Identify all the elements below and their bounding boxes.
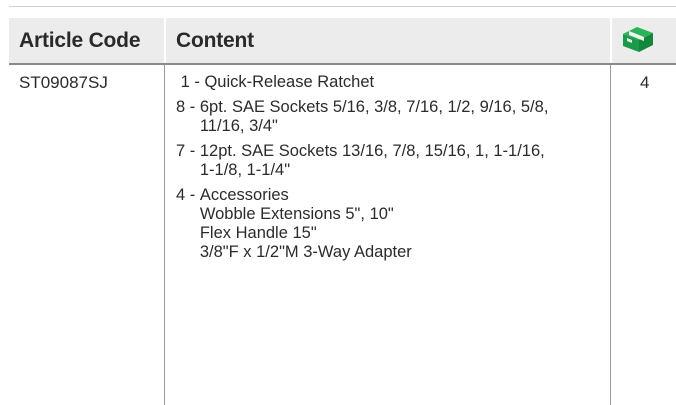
header-rule bbox=[9, 63, 676, 65]
content-item: 7 - 12pt. SAE Sockets 13/16, 7/8, 15/16,… bbox=[176, 142, 606, 180]
item-text: Quick-Release Ratchet bbox=[204, 73, 375, 91]
item-quantity: 4 - bbox=[176, 186, 200, 204]
item-text: 6pt. SAE Sockets 5/16, 3/8, 7/16, 1/2, 9… bbox=[199, 98, 549, 116]
item-text: 1-1/8, 1-1/4" bbox=[199, 161, 291, 179]
content-item: 8 - 6pt. SAE Sockets 5/16, 3/8, 7/16, 1/… bbox=[176, 98, 606, 136]
item-text: 3/8"F x 1/2"M 3-Way Adapter bbox=[199, 243, 412, 261]
article-code-header: Article Code bbox=[19, 29, 141, 52]
item-quantity: 8 - bbox=[176, 98, 200, 116]
article-code-cell: ST09087SJ bbox=[19, 73, 108, 92]
quantity-cell: 4 bbox=[640, 73, 650, 92]
item-quantity: 7 - bbox=[176, 142, 200, 160]
item-quantity: 1 - bbox=[176, 73, 205, 91]
top-rule bbox=[9, 6, 676, 7]
header-divider bbox=[164, 18, 166, 63]
content-header: Content bbox=[176, 29, 254, 52]
content-item: 1 - Quick-Release Ratchet bbox=[176, 73, 606, 92]
content-cell: 1 - Quick-Release Ratchet 8 - 6pt. SAE S… bbox=[176, 73, 606, 268]
item-text: 11/16, 3/4" bbox=[199, 117, 278, 135]
box-icon bbox=[623, 27, 653, 52]
header-divider bbox=[610, 18, 612, 63]
column-divider bbox=[164, 65, 165, 405]
column-divider bbox=[610, 65, 611, 405]
item-text: 12pt. SAE Sockets 13/16, 7/8, 15/16, 1, … bbox=[199, 142, 545, 160]
item-text: Accessories bbox=[199, 186, 289, 204]
content-item: 4 - Accessories Wobble Extensions 5", 10… bbox=[176, 186, 606, 262]
item-text: Wobble Extensions 5", 10" bbox=[199, 205, 394, 223]
item-text: Flex Handle 15" bbox=[199, 224, 317, 242]
